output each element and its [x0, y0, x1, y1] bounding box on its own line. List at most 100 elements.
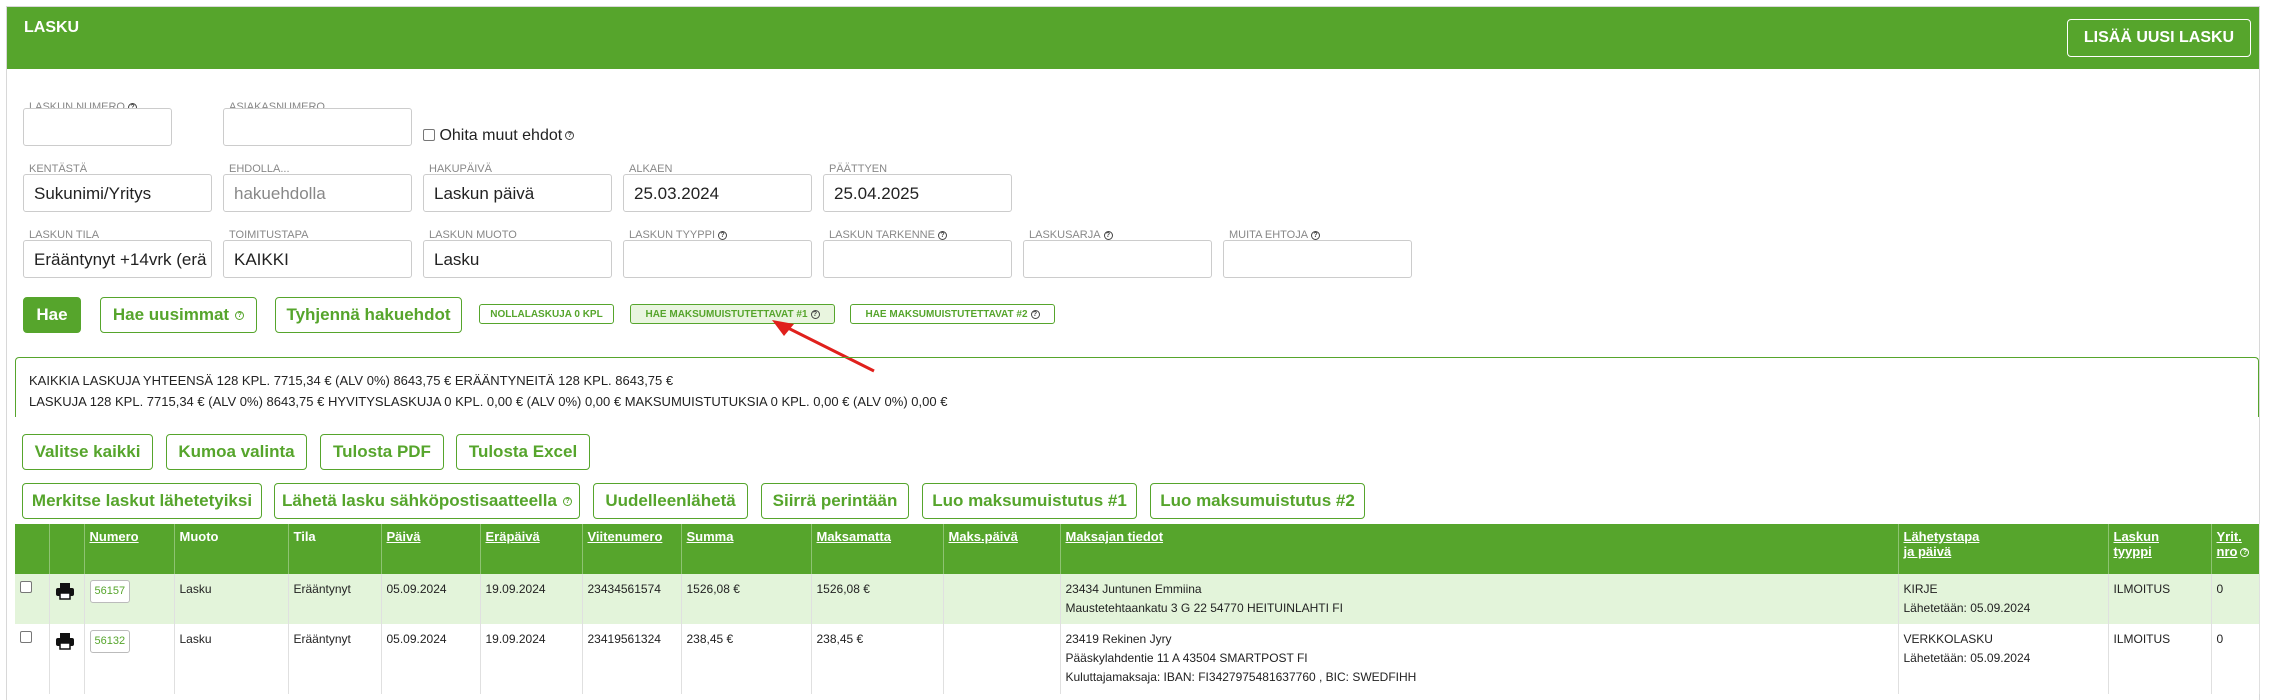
viite-cell: 23434561574	[582, 574, 682, 624]
print-cell	[49, 574, 85, 624]
send-email-button[interactable]: Lähetä lasku sähköpostisaatteella?	[274, 483, 580, 519]
paiva-cell: 05.09.2024	[381, 624, 481, 694]
condition-input[interactable]: hakuehdolla	[223, 174, 412, 212]
table-row[interactable]: 56157 Lasku Erääntynyt 05.09.2024 19.09.…	[15, 574, 2260, 624]
attempts-cell: 0	[2211, 624, 2260, 694]
row-checkbox-cell	[15, 574, 50, 624]
deselect-button[interactable]: Kumoa valinta	[166, 434, 307, 470]
col-maks-paiva[interactable]: Maks.päivä	[943, 524, 1061, 574]
printer-icon[interactable]	[55, 632, 75, 650]
ignore-checkbox[interactable]	[423, 129, 435, 141]
attempts-cell: 0	[2211, 574, 2260, 624]
summary-box: KAIKKIA LASKUJA YHTEENSÄ 128 KPL. 7715,3…	[15, 357, 2259, 417]
col-tila: Tila	[288, 524, 382, 574]
create-reminder-2-button[interactable]: Luo maksumuistutus #2	[1150, 483, 1365, 519]
invoice-number-link[interactable]: 56132	[89, 630, 131, 653]
payer-name: 23419 Rekinen Jyry	[1065, 632, 1172, 646]
fetch-reminder-2-chip[interactable]: HAE MAKSUMUISTUTETTAVAT #2?	[850, 304, 1055, 324]
add-invoice-button[interactable]: LISÄÄ UUSI LASKU	[2067, 19, 2251, 57]
help-icon[interactable]: ?	[937, 230, 947, 240]
status-select[interactable]: Erääntynyt +14vrk (erä	[23, 240, 212, 278]
col-numero[interactable]: Numero	[84, 524, 175, 574]
help-icon[interactable]: ?	[1311, 230, 1321, 240]
printer-icon[interactable]	[55, 582, 75, 600]
maks-paiva-cell	[943, 574, 1061, 624]
col-print	[49, 524, 85, 574]
invoice-number-input[interactable]	[23, 108, 172, 146]
series-select[interactable]	[1023, 240, 1212, 278]
print-excel-button[interactable]: Tulosta Excel	[456, 434, 590, 470]
ignore-other-conditions[interactable]: Ohita muut ehdot?	[423, 127, 575, 145]
help-icon: ?	[235, 310, 245, 320]
ignore-label: Ohita muut ehdot	[439, 127, 563, 144]
format-select[interactable]: Lasku	[423, 240, 612, 278]
col-muoto: Muoto	[174, 524, 289, 574]
panel-header: LASKU LISÄÄ UUSI LASKU	[7, 7, 2259, 69]
clear-filters-button[interactable]: Tyhjennä hakuehdot	[275, 297, 462, 333]
col-maksajan-tiedot[interactable]: Maksajan tiedot	[1060, 524, 1899, 574]
create-reminder-1-button[interactable]: Luo maksumuistutus #1	[922, 483, 1137, 519]
zero-invoices-chip[interactable]: NOLLALASKUJA 0 KPL	[479, 304, 614, 324]
help-icon: ?	[1030, 309, 1040, 319]
col-maksamatta[interactable]: Maksamatta	[811, 524, 944, 574]
search-date-select[interactable]: Laskun päivä	[423, 174, 612, 212]
erapaiva-cell: 19.09.2024	[480, 624, 583, 694]
resend-button[interactable]: Uudelleenlähetä	[593, 483, 748, 519]
delivery-cell: VERKKOLASKU Lähetetään: 05.09.2024	[1898, 624, 2109, 694]
help-icon: ?	[2240, 548, 2250, 558]
numero-cell: 56132	[84, 624, 175, 694]
maksamatta-cell: 238,45 €	[811, 624, 944, 694]
table-row[interactable]: 56132 Lasku Erääntynyt 05.09.2024 19.09.…	[15, 624, 2260, 694]
delivery-method: KIRJE	[1903, 582, 1938, 596]
payer-address: Pääskylahdentie 11 A 43504 SMARTPOST FI	[1065, 651, 1308, 665]
invoice-number-link[interactable]: 56157	[89, 580, 131, 603]
maksamatta-cell: 1526,08 €	[811, 574, 944, 624]
payer-cell: 23434 Juntunen Emmiina Maustetehtaankatu …	[1060, 574, 1899, 624]
col-viitenumero[interactable]: Viitenumero	[582, 524, 682, 574]
field-select[interactable]: Sukunimi/Yritys	[23, 174, 212, 212]
type-cell: ILMOITUS	[2108, 574, 2212, 624]
col-laskun-tyyppi[interactable]: Laskun tyyppi	[2108, 524, 2212, 574]
row-checkbox-cell	[15, 624, 50, 694]
payer-name: 23434 Juntunen Emmiina	[1065, 582, 1202, 596]
specifier-select[interactable]	[823, 240, 1012, 278]
help-icon[interactable]: ?	[718, 230, 727, 240]
col-yrit-nro[interactable]: Yrit. nro?	[2211, 524, 2260, 574]
row-checkbox[interactable]	[20, 631, 32, 643]
paiva-cell: 05.09.2024	[381, 574, 481, 624]
summary-line-1: KAIKKIA LASKUJA YHTEENSÄ 128 KPL. 7715,3…	[29, 373, 674, 388]
print-cell	[49, 624, 85, 694]
help-icon[interactable]: ?	[565, 131, 575, 141]
summa-cell: 238,45 €	[681, 624, 812, 694]
delivery-date: Lähetetään: 05.09.2024	[1903, 601, 2031, 615]
mark-sent-button[interactable]: Merkitse laskut lähetetyiksi	[22, 483, 262, 519]
muoto-cell: Lasku	[174, 574, 289, 624]
help-icon[interactable]: ?	[1103, 230, 1113, 240]
start-date-input[interactable]: 25.03.2024	[623, 174, 812, 212]
delivery-date: Lähetetään: 05.09.2024	[1903, 651, 2031, 665]
other-conditions-select[interactable]	[1223, 240, 1412, 278]
col-erapaiva[interactable]: Eräpäivä	[480, 524, 583, 574]
select-all-button[interactable]: Valitse kaikki	[22, 434, 153, 470]
delivery-select[interactable]: KAIKKI	[223, 240, 412, 278]
col-paiva[interactable]: Päivä	[381, 524, 481, 574]
numero-cell: 56157	[84, 574, 175, 624]
latest-button[interactable]: Hae uusimmat?	[100, 297, 257, 333]
row-checkbox[interactable]	[20, 581, 32, 593]
tila-cell: Erääntynyt	[288, 574, 382, 624]
viite-cell: 23419561324	[582, 624, 682, 694]
type-select[interactable]	[623, 240, 812, 278]
type-cell: ILMOITUS	[2108, 624, 2212, 694]
help-icon: ?	[562, 496, 572, 506]
delivery-cell: KIRJE Lähetetään: 05.09.2024	[1898, 574, 2109, 624]
tila-cell: Erääntynyt	[288, 624, 382, 694]
end-date-input[interactable]: 25.04.2025	[823, 174, 1012, 212]
col-summa[interactable]: Summa	[681, 524, 812, 574]
col-lahetystapa[interactable]: Lähetystapa ja päivä	[1898, 524, 2109, 574]
transfer-collection-button[interactable]: Siirrä perintään	[761, 483, 909, 519]
maks-paiva-cell	[943, 624, 1061, 694]
print-pdf-button[interactable]: Tulosta PDF	[320, 434, 444, 470]
search-button[interactable]: Hae	[23, 297, 81, 333]
customer-number-input[interactable]	[223, 108, 412, 146]
payer-cell: 23419 Rekinen Jyry Pääskylahdentie 11 A 4…	[1060, 624, 1899, 694]
